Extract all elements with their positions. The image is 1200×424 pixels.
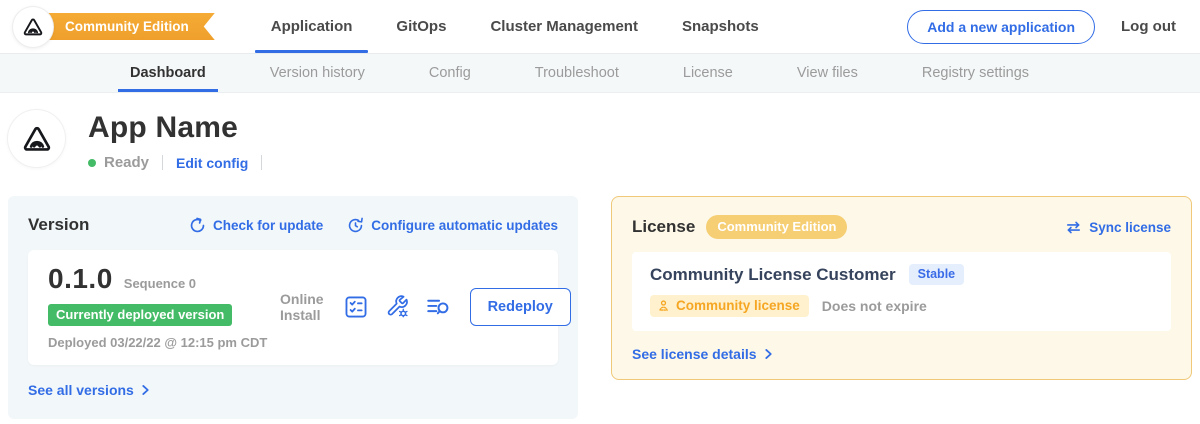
divider: [261, 155, 262, 170]
brand: Community Edition: [13, 0, 215, 53]
sync-arrows-icon: [1065, 220, 1082, 235]
ribbon-label: Community Edition: [65, 19, 189, 34]
deployed-timestamp: Deployed 03/22/22 @ 12:15 pm CDT: [48, 335, 280, 350]
deploy-logs-icon[interactable]: [425, 294, 451, 320]
page-title: App Name: [88, 111, 275, 145]
version-number-row: 0.1.0 Sequence 0: [48, 263, 280, 295]
main-tabs: Application GitOps Cluster Management Sn…: [271, 0, 759, 53]
subnav-item-license[interactable]: License: [683, 54, 733, 92]
redeploy-button[interactable]: Redeploy: [470, 288, 571, 326]
install-type-label: Online Install: [280, 291, 324, 323]
license-type-badge: Community license: [650, 295, 809, 317]
sync-license-link[interactable]: Sync license: [1065, 220, 1171, 235]
app-status-row: Ready Edit config: [88, 154, 275, 171]
subnav-item-config[interactable]: Config: [429, 54, 471, 92]
version-header-actions: Check for update Configure automatic upd…: [189, 217, 558, 234]
app-title-block: App Name Ready Edit config: [88, 110, 275, 171]
license-card: License Community Edition Sync license C…: [611, 196, 1192, 380]
logout-button[interactable]: Log out: [1121, 18, 1176, 35]
tab-cluster-management[interactable]: Cluster Management: [490, 0, 638, 53]
version-card-header: Version Check for update: [28, 215, 558, 235]
version-info: 0.1.0 Sequence 0 Currently deployed vers…: [48, 263, 280, 350]
add-new-application-button[interactable]: Add a new application: [907, 10, 1095, 44]
refresh-icon: [189, 217, 206, 234]
top-navbar: Community Edition Application GitOps Clu…: [0, 0, 1200, 53]
replicated-logo: [13, 7, 53, 47]
see-license-details-link[interactable]: See license details: [632, 346, 1171, 362]
tab-gitops[interactable]: GitOps: [396, 0, 446, 53]
customer-row: Community License Customer Stable: [650, 264, 1153, 285]
clock-refresh-icon: [347, 217, 364, 234]
see-all-versions-link[interactable]: See all versions: [28, 382, 558, 398]
expiration-text: Does not expire: [822, 298, 927, 314]
main-content: App Name Ready Edit config Version: [0, 93, 1200, 419]
subnav-item-troubleshoot[interactable]: Troubleshoot: [535, 54, 619, 92]
currently-deployed-badge: Currently deployed version: [48, 304, 232, 326]
chevron-right-icon: [141, 384, 150, 396]
version-number: 0.1.0: [48, 263, 113, 295]
edition-badge: Community Edition: [706, 215, 847, 239]
version-actions: Online Install: [280, 288, 571, 326]
app-subnav: Dashboard Version history Config Trouble…: [0, 53, 1200, 93]
tab-snapshots[interactable]: Snapshots: [682, 0, 759, 53]
current-version-panel: 0.1.0 Sequence 0 Currently deployed vers…: [28, 250, 558, 365]
check-for-update-link[interactable]: Check for update: [189, 217, 323, 234]
license-card-header: License Community Edition Sync license: [632, 215, 1171, 239]
status-badge: Ready: [104, 154, 149, 171]
customer-name: Community License Customer: [650, 265, 896, 285]
dashboard-cards: Version Check for update: [8, 196, 1192, 419]
chevron-right-icon: [764, 348, 773, 360]
app-avatar: [8, 110, 65, 167]
divider: [162, 155, 163, 170]
topnav-right: Add a new application Log out: [907, 10, 1176, 44]
config-wrench-icon[interactable]: [384, 294, 410, 320]
license-header-actions: Sync license: [1065, 220, 1171, 235]
status-dot: [88, 159, 96, 167]
app-header: App Name Ready Edit config: [8, 110, 1192, 171]
edit-config-link[interactable]: Edit config: [176, 155, 248, 171]
subnav-item-version-history[interactable]: Version history: [270, 54, 365, 92]
subnav-item-view-files[interactable]: View files: [797, 54, 858, 92]
preflight-checklist-icon[interactable]: [343, 294, 369, 320]
subnav-item-dashboard[interactable]: Dashboard: [130, 54, 206, 92]
person-icon: [657, 299, 670, 312]
version-card: Version Check for update: [8, 196, 578, 419]
license-card-title: License: [632, 217, 695, 237]
license-details-panel: Community License Customer Stable Commun…: [632, 252, 1171, 331]
app-logo-icon: [20, 122, 54, 156]
subnav-item-registry-settings[interactable]: Registry settings: [922, 54, 1029, 92]
tab-application[interactable]: Application: [271, 0, 353, 53]
version-card-title: Version: [28, 215, 89, 235]
configure-automatic-updates-link[interactable]: Configure automatic updates: [347, 217, 558, 234]
sequence-label: Sequence 0: [124, 276, 196, 291]
channel-badge: Stable: [909, 264, 965, 285]
community-edition-ribbon: Community Edition: [33, 13, 215, 40]
license-meta-row: Community license Does not expire: [650, 295, 1153, 317]
replicated-logo-icon: [21, 15, 45, 39]
